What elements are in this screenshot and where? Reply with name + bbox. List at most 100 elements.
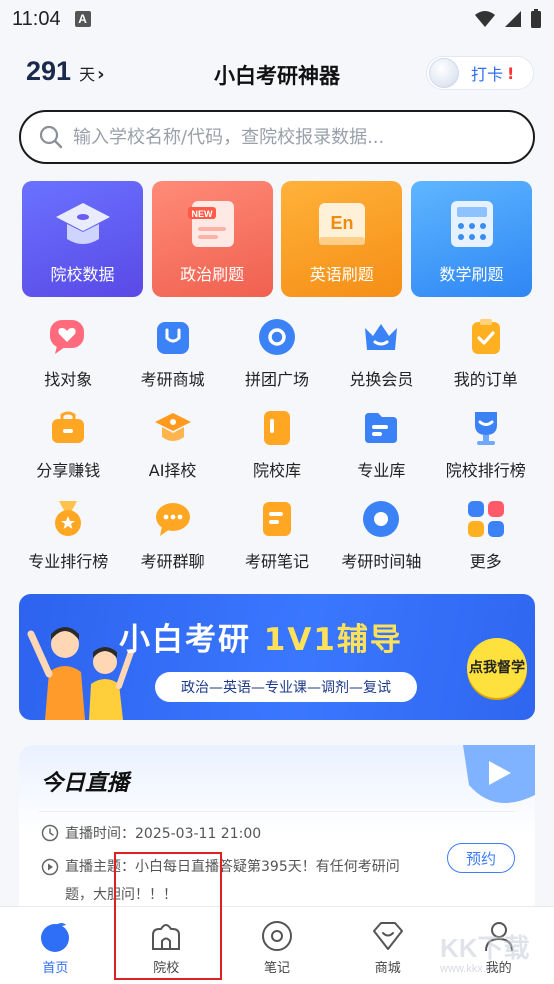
grid-item-label: 分享赚钱 xyxy=(36,461,101,480)
grid-item-label: 找对象 xyxy=(44,370,93,389)
banner-title-highlight: 1V1辅导 xyxy=(251,622,403,658)
feature-grid: 找对象 考研商城 拼团广场 兑换会员 我的订单 分享赚钱 AI择校 院校库 专业… xyxy=(16,312,538,585)
notes-icon xyxy=(262,502,291,536)
grid-item-share-earn[interactable]: 分享赚钱 xyxy=(16,403,120,494)
timeline-icon xyxy=(363,501,400,537)
calculator-icon xyxy=(450,201,493,247)
live-title: 今日直播 xyxy=(41,771,130,796)
graduation-cap-icon xyxy=(56,203,110,244)
en-tag: En xyxy=(331,213,354,233)
nav-notes[interactable]: 笔记 xyxy=(222,907,333,984)
status-time: 11:04 xyxy=(12,7,61,30)
nav-label: 首页 xyxy=(42,961,69,976)
trophy-icon xyxy=(474,412,497,445)
play-circle-icon xyxy=(41,858,59,876)
clock-icon xyxy=(41,824,59,842)
banner-title-main: 小白考研 xyxy=(119,622,251,658)
card-label: 英语刷题 xyxy=(309,265,374,284)
grid-item-label: 专业排行榜 xyxy=(28,552,109,571)
card-school-data[interactable]: 院校数据 xyxy=(22,181,143,297)
grid-item-group-buy[interactable]: 拼团广场 xyxy=(225,312,329,403)
shopping-bag-icon xyxy=(156,322,189,354)
watermark-brand: KK下载 xyxy=(440,933,530,963)
chat-bubble-icon xyxy=(155,503,190,536)
grid-item-school-library[interactable]: 院校库 xyxy=(225,403,329,494)
watermark: KK下载 www.kkx.net xyxy=(440,928,550,982)
checkin-button[interactable]: 打卡 ! xyxy=(426,56,534,90)
supervise-badge-button[interactable]: 点我督学 xyxy=(467,638,527,698)
card-politics[interactable]: NEW 政治刷题 xyxy=(151,181,273,297)
order-check-icon xyxy=(471,319,500,354)
card-math[interactable]: 数学刷题 xyxy=(410,181,532,297)
grid-item-label: 院校排行榜 xyxy=(445,461,526,480)
search-icon xyxy=(39,125,63,149)
card-label: 数学刷题 xyxy=(439,265,504,284)
grid-item-label: AI择校 xyxy=(148,461,197,480)
banner-subtitle: 政治—英语—专业课—调剂—复试 xyxy=(155,672,417,702)
nav-mall[interactable]: 商城 xyxy=(332,907,443,984)
battery-icon xyxy=(531,9,541,28)
banner-title: 小白考研 1V1辅导 xyxy=(119,614,403,659)
grid-item-label: 兑换会员 xyxy=(349,370,414,389)
ai-cap-icon xyxy=(154,413,191,441)
checkin-label: 打卡 xyxy=(471,65,504,84)
live-time: 直播时间：2025-03-11 21:00 xyxy=(65,826,262,842)
play-decoration-icon xyxy=(463,745,535,803)
grid-item-school-ranking[interactable]: 院校排行榜 xyxy=(434,403,538,494)
grid-item-label: 考研时间轴 xyxy=(341,552,422,571)
grid-item-ai-school[interactable]: AI择校 xyxy=(120,403,224,494)
grid-item-mall[interactable]: 考研商城 xyxy=(120,312,224,403)
checkin-alert: ! xyxy=(507,63,515,83)
grid-row: 找对象 考研商城 拼团广场 兑换会员 我的订单 xyxy=(16,312,538,403)
search-input[interactable] xyxy=(73,126,513,148)
grid-row: 专业排行榜 考研群聊 考研笔记 考研时间轴 更多 xyxy=(16,494,538,585)
grid-row: 分享赚钱 AI择校 院校库 专业库 院校排行榜 xyxy=(16,403,538,494)
briefcase-icon xyxy=(52,411,85,443)
grid-item-label: 我的订单 xyxy=(453,370,518,389)
grid-item-label: 考研商城 xyxy=(140,370,205,389)
new-document-icon: NEW xyxy=(187,201,234,247)
crown-icon xyxy=(365,324,398,350)
signal-icon xyxy=(505,11,521,27)
grid-item-timeline[interactable]: 考研时间轴 xyxy=(329,494,433,585)
feature-cards: 院校数据 NEW 政治刷题 En 英语刷题 数学刷题 xyxy=(22,181,532,297)
heart-chat-icon xyxy=(50,320,85,354)
school-book-icon xyxy=(263,411,290,445)
grid-item-my-orders[interactable]: 我的订单 xyxy=(434,312,538,403)
notes-nav-icon xyxy=(261,921,292,951)
grid-item-label: 专业库 xyxy=(357,461,406,480)
more-dots-icon xyxy=(467,501,504,537)
wifi-icon xyxy=(475,11,495,27)
home-icon xyxy=(41,923,70,952)
nav-school[interactable]: 院校 xyxy=(111,907,222,984)
grid-item-find-partner[interactable]: 找对象 xyxy=(16,312,120,403)
grid-item-redeem-vip[interactable]: 兑换会员 xyxy=(329,312,433,403)
reserve-button[interactable]: 预约 xyxy=(447,843,515,873)
grid-item-notes[interactable]: 考研笔记 xyxy=(225,494,329,585)
notification-a-icon: A xyxy=(74,11,91,27)
grid-item-group-chat[interactable]: 考研群聊 xyxy=(120,494,224,585)
watermark-url: www.kkx.net xyxy=(440,963,502,975)
divider xyxy=(39,811,515,812)
mall-icon xyxy=(372,922,403,950)
grid-item-more[interactable]: 更多 xyxy=(434,494,538,585)
card-label: 院校数据 xyxy=(50,265,115,284)
medal-icon xyxy=(55,501,82,536)
nav-label: 院校 xyxy=(153,961,180,976)
grid-item-major-library[interactable]: 专业库 xyxy=(329,403,433,494)
folder-icon xyxy=(365,413,398,443)
grid-item-major-ranking[interactable]: 专业排行榜 xyxy=(16,494,120,585)
grid-item-label: 考研笔记 xyxy=(244,552,309,571)
live-time-row: 直播时间：2025-03-11 21:00 xyxy=(41,823,261,843)
new-tag: NEW xyxy=(191,209,213,219)
nav-home[interactable]: 首页 xyxy=(0,907,111,984)
card-english[interactable]: En 英语刷题 xyxy=(281,181,403,297)
grid-item-label: 更多 xyxy=(469,552,502,571)
nav-label: 笔记 xyxy=(263,961,290,976)
promo-banner[interactable]: 小白考研 1V1辅导 政治—英语—专业课—调剂—复试 点我督学 xyxy=(19,594,535,720)
search-bar[interactable] xyxy=(19,110,535,164)
live-topic: 直播主题：小白每日直播答疑第395天！有任何考研问题，大胆问！！！ xyxy=(65,859,400,903)
grid-item-label: 拼团广场 xyxy=(244,370,309,389)
group-circle-icon xyxy=(258,319,295,355)
grid-item-label: 院校库 xyxy=(252,461,301,480)
